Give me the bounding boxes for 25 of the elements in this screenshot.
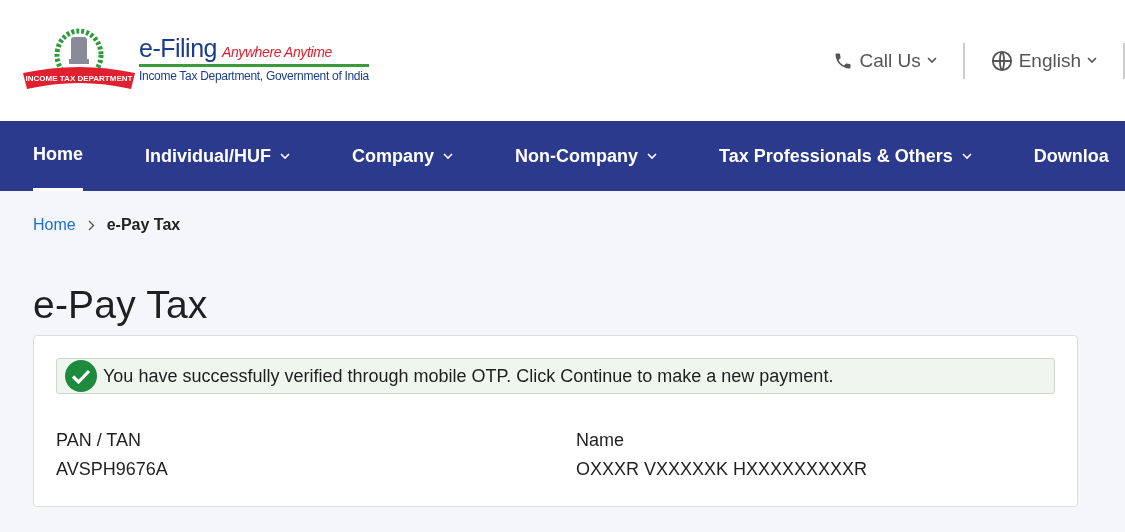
emblem-drawing: INCOME TAX DEPARTMENT: [23, 26, 135, 91]
page-title: e-Pay Tax: [33, 283, 209, 327]
site-tagline: Anywhere Anytime: [222, 44, 332, 60]
nav-tab[interactable]: Downloa: [1033, 121, 1109, 191]
language-menu[interactable]: English: [964, 42, 1125, 79]
nav-tab[interactable]: Home: [33, 121, 83, 191]
field-label: Name: [576, 430, 625, 451]
call-us-menu[interactable]: Call Us: [807, 42, 965, 79]
alert-message: You have successfully verified through mobile OTP. Click Continue to make a new payment.: [103, 365, 834, 387]
site-subtitle: Income Tax Department, Government of India: [139, 68, 369, 83]
site-title: e-Filing: [139, 34, 217, 63]
nav-tab[interactable]: Individual/HUF: [145, 121, 290, 191]
field-value: OXXXR VXXXXXK HXXXXXXXXXR: [576, 459, 869, 480]
caret-icon: [926, 57, 937, 64]
breadcrumb-current: e-Pay Tax: [106, 216, 181, 234]
breadcrumb-link[interactable]: Home: [33, 216, 76, 234]
field-label: PAN / TAN: [56, 430, 143, 451]
nav-tab[interactable]: Non-Company: [515, 121, 658, 191]
nav-tab[interactable]: Tax Professionals & Others: [719, 121, 972, 191]
globe-icon: [990, 49, 1013, 72]
field-value: AVSPH9676A: [56, 459, 169, 480]
chevron-icon: [87, 219, 95, 231]
caret-icon: [1087, 57, 1097, 64]
check-icon: [65, 360, 97, 392]
nav-tab[interactable]: Company: [352, 121, 454, 191]
